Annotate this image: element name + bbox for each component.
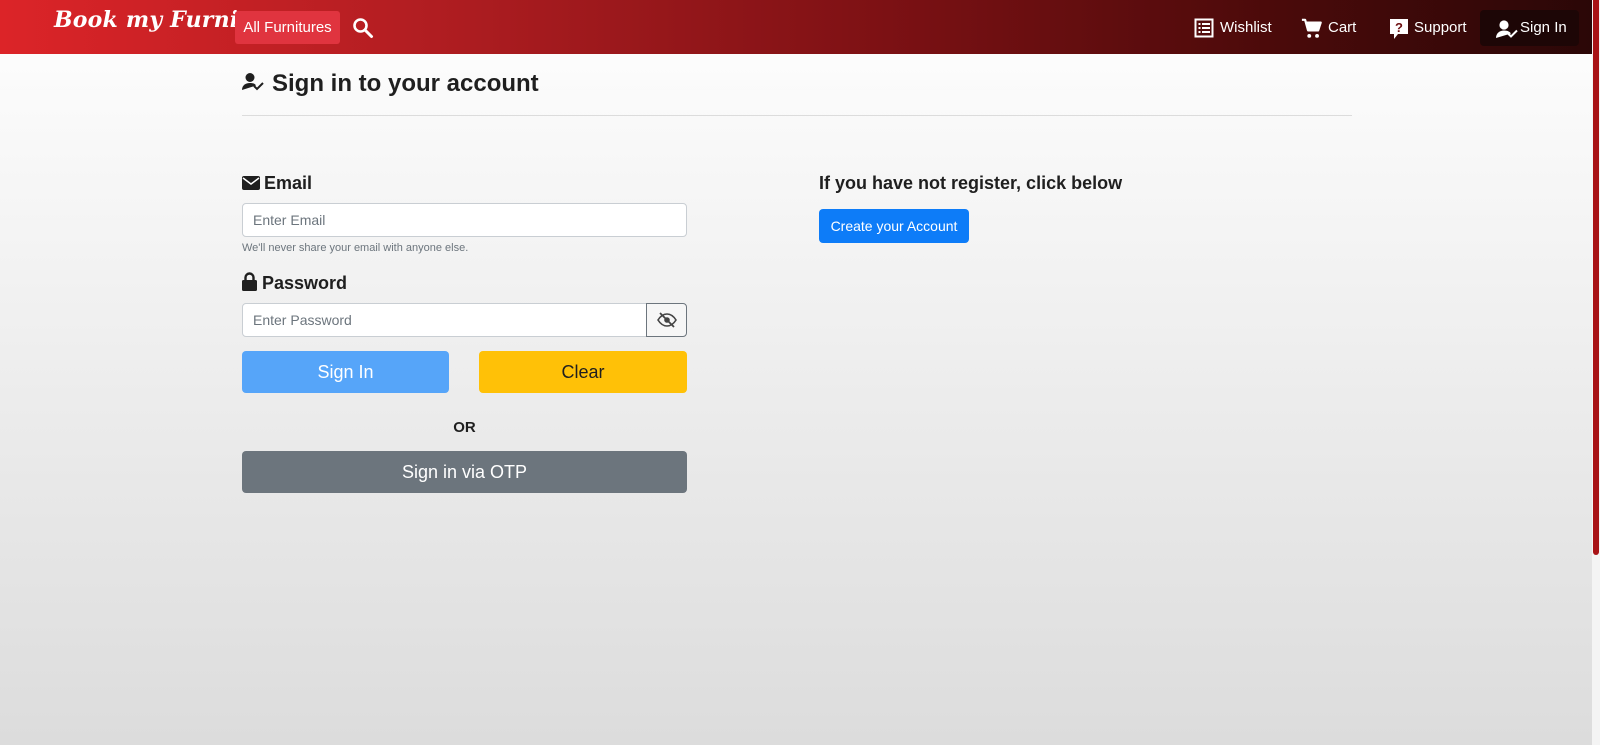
- sign-in-otp-button[interactable]: Sign in via OTP: [242, 451, 687, 493]
- email-input[interactable]: [242, 203, 687, 237]
- lock-icon: [242, 272, 257, 291]
- header-divider: [242, 115, 1352, 116]
- search-icon: [353, 18, 373, 38]
- password-label: Password: [262, 273, 348, 293]
- cart-icon: [1301, 18, 1322, 38]
- email-help-text: We'll never share your email with anyone…: [242, 242, 469, 254]
- navbar: Book my Furniture All Furnitures Wishlis…: [0, 0, 1600, 54]
- eye-slash-icon: [657, 312, 677, 328]
- list-icon: [1194, 18, 1214, 38]
- clear-button[interactable]: Clear: [479, 351, 687, 393]
- nav-sign-in-button[interactable]: Sign In: [1480, 10, 1579, 46]
- toggle-password-visibility-button[interactable]: [646, 303, 687, 337]
- nav-support-label: Support: [1414, 19, 1467, 36]
- nav-cart[interactable]: Cart: [1301, 13, 1361, 43]
- nav-support[interactable]: ? Support: [1389, 13, 1469, 43]
- search-button[interactable]: [352, 17, 374, 39]
- nav-wishlist-label: Wishlist: [1220, 19, 1272, 36]
- email-label: Email: [264, 173, 313, 193]
- create-account-button[interactable]: Create your Account: [819, 209, 969, 243]
- all-furnitures-button[interactable]: All Furnitures: [235, 11, 340, 44]
- password-input[interactable]: [242, 303, 647, 337]
- scrollbar-thumb[interactable]: [1593, 0, 1599, 555]
- svg-text:?: ?: [1395, 20, 1403, 35]
- sign-in-button[interactable]: Sign In: [242, 351, 449, 393]
- nav-sign-in-label: Sign In: [1520, 19, 1567, 36]
- envelope-icon: [242, 176, 260, 190]
- question-icon: ?: [1390, 19, 1408, 39]
- user-check-icon: [1496, 20, 1518, 38]
- user-check-icon: [242, 73, 264, 91]
- nav-wishlist[interactable]: Wishlist: [1194, 13, 1274, 43]
- page-title: Sign in to your account: [272, 70, 539, 97]
- or-separator: OR: [453, 419, 476, 436]
- nav-cart-label: Cart: [1328, 19, 1357, 36]
- register-heading: If you have not register, click below: [819, 173, 1123, 193]
